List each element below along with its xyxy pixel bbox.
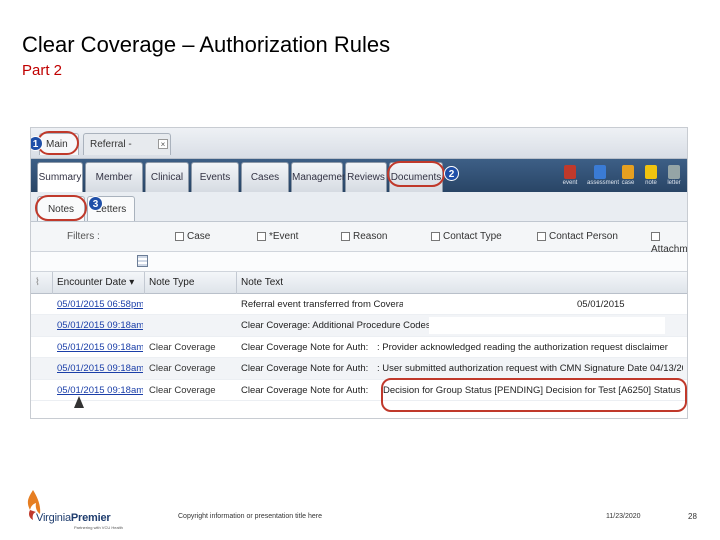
logo-wordmark: VirginiaPremier bbox=[36, 512, 111, 524]
encounter-date-link[interactable]: 05/01/2015 09:18am bbox=[53, 358, 143, 379]
step-number-2: 2 bbox=[444, 166, 459, 181]
page-number: 28 bbox=[688, 512, 697, 521]
checkbox-icon[interactable] bbox=[175, 231, 184, 241]
encounter-date-link[interactable]: 05/01/2015 06:58pm bbox=[53, 294, 143, 315]
note-type: Clear Coverage bbox=[149, 341, 216, 353]
note-text-main: Clear Coverage Note for Auth: bbox=[241, 341, 369, 353]
redaction-box bbox=[403, 296, 573, 313]
slide-title: Clear Coverage – Authorization Rules bbox=[22, 32, 391, 57]
redaction-box bbox=[429, 317, 665, 335]
tab-reviews[interactable]: Reviews bbox=[345, 162, 387, 192]
note-text: Clear Coverage Note for Auth: : User sub… bbox=[237, 358, 683, 379]
tab-cases[interactable]: Cases bbox=[241, 162, 289, 192]
encounter-date-link[interactable]: 05/01/2015 09:18am bbox=[53, 315, 143, 336]
app-screenshot: Main Referral - 900006312 × Summary Memb… bbox=[30, 127, 688, 419]
tab-events[interactable]: Events bbox=[191, 162, 239, 192]
note-text: Clear Coverage Note for Auth: : Provider… bbox=[237, 337, 683, 358]
note-text-main: Clear Coverage Note for Auth: bbox=[241, 363, 369, 375]
callout-main-tab bbox=[37, 131, 79, 155]
event-button[interactable]: event bbox=[557, 163, 583, 190]
filter-contact-person[interactable]: Contact Person bbox=[537, 230, 618, 244]
assessment-label: assessment bbox=[587, 180, 620, 186]
note-type: Clear Coverage bbox=[149, 363, 216, 375]
letter-label: letter bbox=[667, 180, 681, 186]
footer-copyright: Copyright information or presentation ti… bbox=[178, 513, 322, 520]
logo-word-2: Premier bbox=[70, 512, 111, 524]
note-type bbox=[145, 315, 235, 336]
filter-attachment[interactable]: Attachm bbox=[651, 230, 687, 255]
encounter-date-link[interactable]: 05/01/2015 09:18am bbox=[53, 380, 143, 401]
callout-documents-tab bbox=[387, 161, 445, 187]
filter-case[interactable]: Case bbox=[175, 230, 210, 244]
column-header-note-text[interactable]: Note Text bbox=[237, 272, 687, 294]
event-label: event bbox=[562, 180, 578, 186]
filters-label: Filters : bbox=[67, 231, 100, 242]
mouse-cursor-icon bbox=[74, 396, 84, 408]
grid-toolbar bbox=[31, 252, 687, 272]
footer-date: 11/23/2020 bbox=[606, 513, 641, 520]
filter-case-label: Case bbox=[187, 231, 211, 242]
column-header-label: Encounter Date bbox=[57, 277, 127, 288]
checkbox-icon[interactable] bbox=[537, 231, 546, 241]
checkbox-icon[interactable] bbox=[651, 231, 660, 241]
callout-notes-tab bbox=[35, 195, 87, 221]
logo-tagline: Partnering with VCU Health bbox=[74, 525, 123, 530]
tab-member-profile[interactable]: Member Profile bbox=[85, 162, 143, 213]
filter-contact-type[interactable]: Contact Type bbox=[431, 230, 502, 244]
attachment-column-header: ⌇ bbox=[31, 272, 53, 294]
letter-button[interactable]: letter bbox=[661, 163, 687, 190]
table-row[interactable]: 05/01/2015 06:58pm Referral event transf… bbox=[31, 294, 687, 316]
slide-subtitle: Part 2 bbox=[22, 62, 63, 79]
filter-reason-label: Reason bbox=[353, 231, 388, 242]
filter-contact-type-label: Contact Type bbox=[443, 231, 502, 242]
column-header-note-type[interactable]: Note Type bbox=[145, 272, 237, 294]
case-icon bbox=[622, 165, 634, 179]
note-text-extra: 05/01/2015 bbox=[577, 299, 625, 310]
filter-reason[interactable]: Reason bbox=[341, 230, 387, 244]
encounter-date-link[interactable]: 05/01/2015 09:18am bbox=[53, 337, 143, 358]
tab-management[interactable]: Management bbox=[291, 162, 350, 192]
tab-summary[interactable]: Summary bbox=[37, 162, 83, 192]
column-header-encounter-date[interactable]: Encounter Date ▾ bbox=[53, 272, 145, 294]
logo-word-1: Virginia bbox=[36, 512, 71, 524]
filter-contact-person-label: Contact Person bbox=[549, 231, 618, 242]
note-text-extra: : User submitted authorization request w… bbox=[377, 363, 683, 375]
table-row[interactable]: 05/01/2015 09:18am Clear Coverage Clear … bbox=[31, 337, 687, 359]
filter-event-label: *Event bbox=[269, 231, 299, 242]
tab-referral[interactable]: Referral - 900006312 × bbox=[83, 133, 171, 172]
close-icon[interactable]: × bbox=[158, 139, 168, 149]
sub-tab-bar: Notes Letters bbox=[31, 192, 687, 222]
filters-bar: Filters : Case *Event Reason Contact Typ… bbox=[31, 222, 687, 255]
step-number-3: 3 bbox=[88, 196, 103, 211]
assessment-button[interactable]: assessment bbox=[587, 163, 620, 190]
assessment-icon bbox=[594, 165, 606, 179]
column-chooser-icon[interactable] bbox=[137, 255, 148, 267]
grid-header: ⌇ Encounter Date ▾ Note Type Note Text bbox=[31, 272, 687, 294]
table-row[interactable]: 05/01/2015 09:18am Clear Coverage Clear … bbox=[31, 358, 687, 380]
note-text-main: Clear Coverage Note for Auth: bbox=[241, 384, 369, 396]
checkbox-icon[interactable] bbox=[431, 231, 440, 241]
filter-event[interactable]: *Event bbox=[257, 230, 298, 244]
checkbox-icon[interactable] bbox=[257, 231, 266, 241]
table-row[interactable]: 05/01/2015 09:18am Clear Coverage: Addit… bbox=[31, 315, 687, 337]
nav-bar: Summary Member Profile Clinical Events C… bbox=[31, 159, 687, 213]
sort-desc-icon: ▾ bbox=[129, 277, 135, 288]
note-type bbox=[145, 294, 235, 315]
letter-icon bbox=[668, 165, 680, 179]
paperclip-icon: ⌇ bbox=[35, 277, 40, 288]
tab-clinical[interactable]: Clinical bbox=[145, 162, 189, 192]
event-icon bbox=[564, 165, 576, 179]
checkbox-icon[interactable] bbox=[341, 231, 350, 241]
note-text-extra: : Provider acknowledged reading the auth… bbox=[377, 341, 668, 353]
virginia-premier-logo: VirginiaPremier Partnering with VCU Heal… bbox=[24, 490, 134, 530]
note-icon bbox=[645, 165, 657, 179]
callout-decision-note bbox=[381, 378, 687, 412]
top-tab-bar: Main Referral - 900006312 × bbox=[31, 128, 687, 172]
note-type: Clear Coverage bbox=[149, 384, 216, 396]
